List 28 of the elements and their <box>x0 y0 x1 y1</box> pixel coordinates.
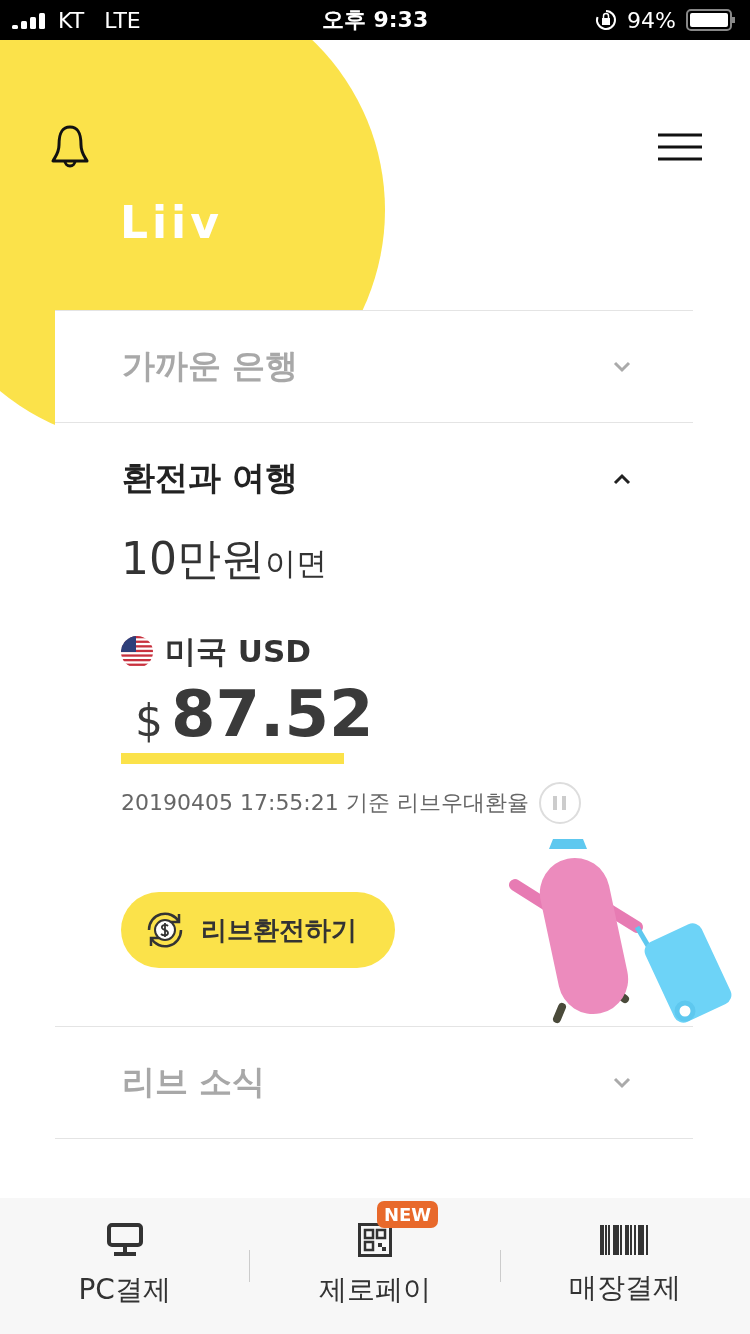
network-type: LTE <box>104 7 141 33</box>
clock: 오후 9:33 <box>321 6 429 34</box>
new-badge: NEW <box>377 1201 439 1228</box>
bottom-nav-item[interactable]: PC결제 <box>0 1199 250 1309</box>
section-header[interactable]: 환전과 여행 <box>55 423 693 534</box>
rate-note: 20190405 17:55:21 기준 리브우대환율 <box>121 789 529 817</box>
bottom-nav-item[interactable]: 매장결제 <box>500 1201 750 1307</box>
currency-symbol: $ <box>135 695 163 746</box>
chevron-up-icon <box>613 472 631 485</box>
monitor-icon <box>105 1223 144 1257</box>
signal-icon <box>12 11 48 29</box>
bottom-nav-item[interactable]: NEW 제로페이 <box>250 1199 500 1309</box>
menu-icon[interactable] <box>658 133 702 161</box>
country-currency: 미국 USD <box>165 632 312 671</box>
battery-percent: 94% <box>627 7 676 33</box>
chevron-down-icon <box>613 1076 631 1089</box>
flag-icon <box>121 636 153 668</box>
base-amount-suffix: 이면 <box>265 544 327 583</box>
rotation-lock-icon <box>595 9 618 31</box>
barcode-icon <box>600 1225 651 1255</box>
battery-icon <box>686 9 736 31</box>
exchange-button[interactable]: 리브환전하기 <box>121 892 395 968</box>
logo: Liiv <box>120 201 223 245</box>
chevron-down-icon <box>613 360 631 373</box>
base-amount: 10만원 <box>121 532 265 586</box>
converted-amount: 87.52 <box>171 677 374 751</box>
qr-code-icon <box>358 1223 392 1257</box>
carrier: KT <box>58 7 85 33</box>
